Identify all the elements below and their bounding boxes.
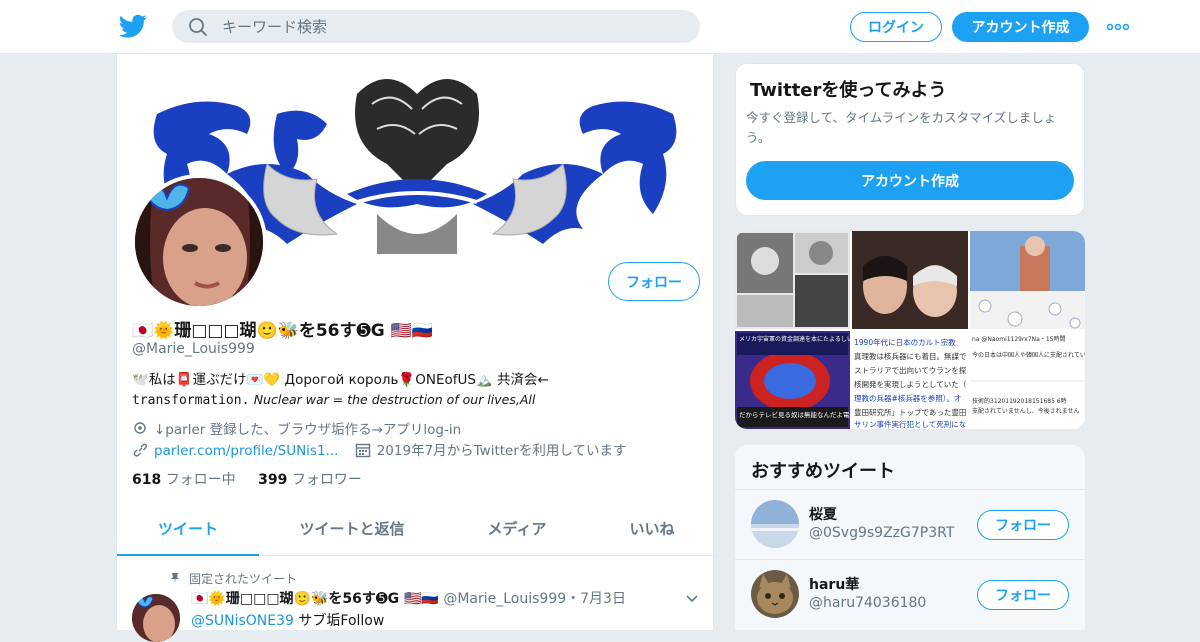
media-article-line-1: 1990年代に日本のカルト宗教 <box>854 337 956 347</box>
media-tweet-line-1: na @Naomi1129rx7Na・15時間 <box>972 335 1065 343</box>
media-tweet-line-3: 技術的31201192018151685 6時 <box>972 397 1067 405</box>
media-tweet-line-2: 今の日本は中国人や韓国人に支配されていると言われていますが、その問題はありますか… <box>972 351 1085 359</box>
tab-tweets[interactable]: ツイート <box>117 504 259 556</box>
media-article-line-6: 豊田研究所」トップであった豊田 <box>854 407 966 417</box>
link-icon <box>133 443 148 457</box>
recommended-user-handle[interactable]: @haru74036180 <box>809 595 926 611</box>
signup-card: Twitterを使ってみよう 今すぐ登録して、タイムラインをカスタマイズしましょ… <box>735 63 1085 216</box>
signup-button[interactable]: アカウント作成 <box>952 12 1089 42</box>
media-article-line-2: 真理教は核兵器にも着目。無謀で <box>854 351 967 361</box>
pinned-label: 固定されたツイート <box>169 570 297 587</box>
tab-tweets-and-replies[interactable]: ツイートと返信 <box>277 504 427 556</box>
media-article-line-5: 理教の兵器#核兵器を参照）。オ <box>854 393 962 403</box>
tweet-text-content: サブ垢Follow <box>293 613 385 629</box>
media-grid-thumbnails: メリカ宇宙軍の資金調達を本にたよるしいから見事の後金投入でさらなる事態となる だ… <box>735 231 1085 429</box>
tweet-avatar[interactable] <box>132 594 180 642</box>
twitter-bird-icon[interactable] <box>118 12 148 40</box>
pinned-label-text: 固定されたツイート <box>189 572 298 586</box>
recommended-user-name[interactable]: 桜夏 <box>809 504 837 524</box>
avatar-photo <box>135 178 263 306</box>
recommended-follow-button[interactable]: フォロー <box>977 510 1069 540</box>
tweet-handle-date[interactable]: @Marie_Louis999・7月3日 <box>443 591 626 607</box>
recommended-user-handle[interactable]: @0Svg9s9ZzG7P3RT <box>809 525 954 541</box>
top-navigation-bar: ログイン アカウント作成 <box>0 0 1200 54</box>
following-stat[interactable]: 618 フォロー中 <box>132 472 236 488</box>
tweet-mention-link[interactable]: @SUNisONE39 <box>191 613 294 629</box>
recommended-title: おすすめツイート <box>751 461 895 482</box>
location-pin-icon <box>134 422 146 434</box>
media-article-line-7: サリン事件実行犯として死刑にな <box>854 419 966 429</box>
media-grid[interactable]: メリカ宇宙軍の資金調達を本にたよるしいから見事の後金投入でさらなる事態となる だ… <box>735 231 1085 429</box>
search-box <box>172 10 700 43</box>
bio-mono-text: transformation. <box>132 393 250 408</box>
tweet-avatar-photo <box>132 594 180 642</box>
profile-handle[interactable]: @Marie_Louis999 <box>132 341 255 357</box>
profile-bio: 🕊️私は📮運ぶだけ💌💛 Дорогой король🌹ONEofUS🏔️ 共済会… <box>132 370 702 411</box>
signup-card-title: Twitterを使ってみよう <box>750 80 947 101</box>
recommended-user[interactable]: 桜夏 @0Svg9s9ZzG7P3RT フォロー <box>735 489 1085 557</box>
profile-url-link[interactable]: parler.com/profile/SUNis1... <box>154 443 338 459</box>
tweet-header: 🇯🇵🌞珊□□□瑚🙂🐝を56す➎G 🇺🇸🇷🇺 @Marie_Louis999・7月… <box>191 588 626 608</box>
profile-stats: 618 フォロー中 399 フォロワー <box>132 469 362 489</box>
follow-button[interactable]: フォロー <box>608 262 700 301</box>
profile-display-name: 🇯🇵🌞珊□□□瑚🙂🐝を56す➎G 🇺🇸🇷🇺 <box>132 321 433 341</box>
recommended-tweets: おすすめツイート 桜夏 @0Svg9s9ZzG7P3RT フォロー haru華 … <box>735 445 1085 630</box>
profile-link-join: parler.com/profile/SUNis1... 2019年7月からTw… <box>132 439 627 459</box>
calendar-icon <box>355 443 370 458</box>
search-input[interactable] <box>222 10 682 43</box>
recommended-follow-button[interactable]: フォロー <box>977 580 1069 610</box>
signup-card-button[interactable]: アカウント作成 <box>746 161 1074 200</box>
profile-tabs: ツイート ツイートと返信 メディア いいね <box>117 504 713 556</box>
media-tweet-line-4: 支配されていませんし、今後されません <box>972 407 1079 415</box>
avatar-cat-image <box>751 570 799 618</box>
media-article-line-3: ストラリアで出向いてウランを探 <box>854 365 967 375</box>
login-button[interactable]: ログイン <box>850 12 942 42</box>
followers-stat[interactable]: 399 フォロワー <box>258 472 362 488</box>
bio-line-2: transformation. Nuclear war = the destru… <box>132 390 702 411</box>
media-article-line-4: 核開発を実現しようとしていた（ <box>854 379 967 389</box>
chevron-down-icon[interactable] <box>685 591 699 605</box>
avatar-sky-image <box>751 500 799 548</box>
tweet-author-name[interactable]: 🇯🇵🌞珊□□□瑚🙂🐝を56す➎G 🇺🇸🇷🇺 <box>191 591 439 607</box>
profile-column: フォロー 🇯🇵🌞珊□□□瑚🙂🐝を56す➎G 🇺🇸🇷🇺 @Marie_Louis9… <box>116 54 714 642</box>
recommended-user-name[interactable]: haru華 <box>809 574 859 594</box>
recommended-user-avatar[interactable] <box>751 570 799 618</box>
recommended-user-avatar[interactable] <box>751 500 799 548</box>
tweet-text: @SUNisONE39 サブ垢Follow <box>191 610 384 630</box>
tab-media[interactable]: メディア <box>457 504 577 556</box>
profile-avatar[interactable] <box>131 174 267 310</box>
following-count: 618 <box>132 472 162 488</box>
followers-count: 399 <box>258 472 288 488</box>
more-options-icon[interactable] <box>1106 18 1130 36</box>
profile-location: ↓parler 登録した、ブラウザ垢作る→アプリlog-in <box>132 418 461 438</box>
bio-line-1: 🕊️私は📮運ぶだけ💌💛 Дорогой король🌹ONEofUS🏔️ 共済会… <box>132 372 549 388</box>
signup-card-description: 今すぐ登録して、タイムラインをカスタマイズしましょう。 <box>746 110 1057 145</box>
location-text: ↓parler 登録した、ブラウザ垢作る→アプリlog-in <box>154 422 462 438</box>
search-icon <box>189 18 207 36</box>
pin-icon <box>171 573 179 583</box>
followers-label: フォロワー <box>291 472 362 488</box>
bio-italic-text: Nuclear war = the destruction of our liv… <box>253 392 536 407</box>
recommended-user[interactable]: haru華 @haru74036180 フォロー <box>735 559 1085 627</box>
following-label: フォロー中 <box>165 472 236 488</box>
tab-likes[interactable]: いいね <box>597 504 707 556</box>
join-date-text: 2019年7月からTwitterを利用しています <box>376 443 627 459</box>
